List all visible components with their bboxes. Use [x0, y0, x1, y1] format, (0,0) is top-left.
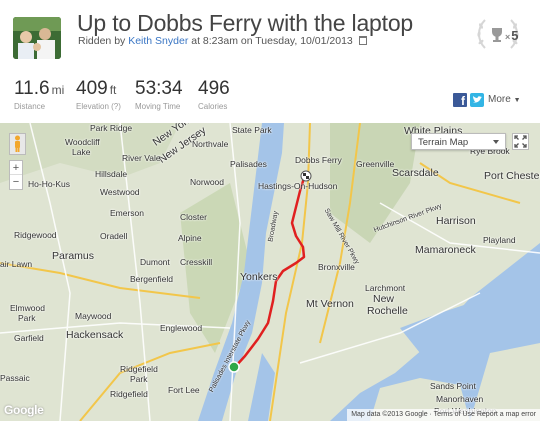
- map-label: Yonkers: [240, 271, 278, 283]
- rider-link[interactable]: Keith Snyder: [128, 35, 188, 47]
- caret-down-icon: ▼: [513, 97, 521, 104]
- activity-title: Up to Dobbs Ferry with the laptop: [77, 10, 414, 36]
- zoom-control: + −: [9, 160, 23, 190]
- stat-value: 409: [76, 78, 108, 99]
- map-label: Maywood: [75, 311, 112, 321]
- map-type-label: Terrain Map: [418, 137, 469, 148]
- map-label: Garfield: [14, 333, 44, 343]
- map-label: Park: [130, 374, 148, 384]
- map-label: Cresskill: [180, 257, 213, 267]
- map-label: Ridgefield: [110, 389, 148, 399]
- twitter-bird-icon: [473, 96, 482, 103]
- map-label: New: [373, 293, 395, 305]
- map-label: Rochelle: [367, 305, 408, 317]
- map-label: Alpine: [178, 233, 202, 243]
- facebook-share-button[interactable]: f: [453, 93, 467, 108]
- map-label: Port Chester: [484, 170, 540, 182]
- map-type-select[interactable]: Terrain Map: [411, 133, 506, 150]
- map-label: Paramus: [52, 250, 95, 262]
- map-label: Park Ridge: [90, 123, 133, 133]
- activity-subtitle: Ridden by Keith Snyder at 8:23am on Tues…: [78, 35, 367, 47]
- map-label: Mt Vernon: [306, 298, 354, 310]
- map-label: Bergenfield: [130, 274, 174, 284]
- stat-moving-time: 53:34 Moving Time: [135, 79, 183, 111]
- stat-label: Calories: [198, 102, 228, 111]
- map-label: Playland: [483, 235, 516, 245]
- map-label: Closter: [180, 212, 207, 222]
- dropdown-caret-icon: [493, 140, 499, 144]
- map-label: Palisades: [230, 159, 267, 169]
- map-label: State Park: [232, 125, 272, 135]
- map-label: Ridgewood: [14, 230, 57, 240]
- calendar-icon[interactable]: [358, 36, 367, 45]
- map-label: air Lawn: [0, 259, 33, 269]
- map-label: Hastings-On-Hudson: [258, 181, 338, 191]
- ride-datetime: at 8:23am on Tuesday, 10/01/2013: [191, 35, 353, 47]
- twitter-share-button[interactable]: [470, 93, 484, 107]
- map-label: Passaic: [0, 373, 30, 383]
- fullscreen-button[interactable]: [512, 133, 529, 150]
- stat-elevation: 409 ft Elevation (?): [76, 79, 121, 111]
- stat-value: 496: [198, 78, 230, 99]
- stat-value: 11.6: [14, 78, 50, 99]
- map-label: Ho-Ho-Kus: [28, 179, 71, 189]
- map-label: Dobbs Ferry: [295, 155, 342, 165]
- zoom-in-button[interactable]: +: [10, 161, 22, 175]
- route-finish-flag[interactable]: [300, 170, 312, 182]
- stat-distance: 11.6 mi Distance: [14, 79, 64, 111]
- map-label: Lake: [72, 147, 91, 157]
- map-label: Scarsdale: [392, 167, 439, 179]
- map-label: Harrison: [436, 215, 476, 227]
- map-label: Greenville: [356, 159, 395, 169]
- map-label: Hackensack: [66, 329, 124, 341]
- expand-icon: [514, 135, 527, 148]
- pegman-icon: [15, 135, 20, 152]
- map-label: Englewood: [160, 323, 203, 333]
- map-label: Northvale: [192, 139, 229, 149]
- map-label: Hillsdale: [95, 169, 128, 179]
- map-label: Dumont: [140, 257, 170, 267]
- map-label: Park: [18, 313, 36, 323]
- stat-label[interactable]: Elevation (?): [76, 102, 121, 111]
- map-label: River Vale: [122, 153, 161, 163]
- athlete-avatar[interactable]: [13, 17, 61, 59]
- ridden-by-label: Ridden by: [78, 35, 126, 47]
- google-logo[interactable]: Google: [4, 403, 44, 417]
- map-label: Mamaroneck: [415, 244, 476, 256]
- stat-value: 53:34: [135, 78, 183, 99]
- map-label: Oradell: [100, 231, 128, 241]
- map-label: Westwood: [100, 187, 140, 197]
- stat-label: Moving Time: [135, 102, 181, 111]
- map-label: Fort Lee: [168, 385, 200, 395]
- map-label: Larchmont: [365, 283, 406, 293]
- map-label: Ridgefield: [120, 364, 158, 374]
- route-map[interactable]: Park Ridge New York New Jersey Woodcliff…: [0, 123, 540, 421]
- stat-unit: mi: [51, 83, 65, 97]
- map-label: Manorhaven: [436, 394, 484, 404]
- map-label: Emerson: [110, 208, 145, 218]
- map-attribution[interactable]: Map data ©2013 Google · Terms of Use Rep…: [347, 409, 540, 421]
- map-label: Elmwood: [10, 303, 45, 313]
- route-start-marker[interactable]: [228, 361, 240, 373]
- stat-calories: 496 Calories: [198, 79, 230, 111]
- map-label: Woodcliff: [65, 137, 100, 147]
- map-label: Bronxville: [318, 262, 355, 272]
- more-share-menu[interactable]: More ▼: [488, 94, 521, 105]
- street-view-pegman[interactable]: [9, 133, 26, 155]
- stat-unit: ft: [109, 83, 117, 97]
- zoom-out-button[interactable]: −: [10, 175, 22, 189]
- map-label: Norwood: [190, 177, 225, 187]
- map-label: Sands Point: [430, 381, 476, 391]
- achievements-count: ×5: [505, 28, 519, 43]
- stat-label: Distance: [14, 102, 46, 111]
